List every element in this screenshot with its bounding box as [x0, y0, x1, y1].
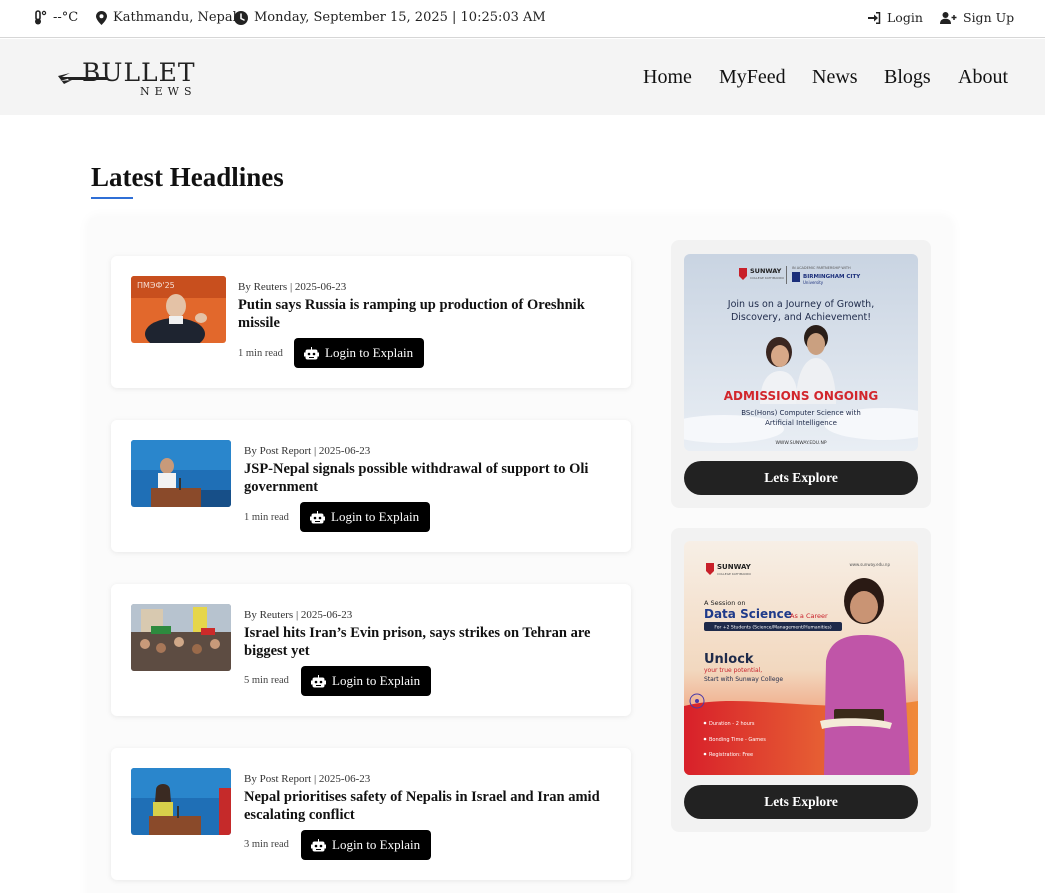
read-time: 5 min read	[244, 675, 289, 686]
svg-text:Duration - 2 hours: Duration - 2 hours	[709, 721, 755, 727]
svg-text:Discovery, and Achievement!: Discovery, and Achievement!	[731, 312, 871, 323]
location-widget: Kathmandu, Nepal	[96, 10, 237, 25]
svg-text:WWW.SUNWAY.EDU.NP: WWW.SUNWAY.EDU.NP	[775, 440, 826, 446]
svg-text:NEWS: NEWS	[140, 85, 197, 98]
nav-home[interactable]: Home	[643, 66, 692, 89]
article-card[interactable]: By Post Report | 2025-06-23 Nepal priori…	[111, 748, 631, 880]
svg-text:Data Science: Data Science	[704, 607, 792, 621]
article-thumbnail[interactable]	[131, 768, 231, 835]
read-time: 1 min read	[238, 348, 283, 359]
article-title[interactable]: Nepal prioritises safety of Nepalis in I…	[244, 788, 614, 824]
button-label: Login to Explain	[331, 509, 420, 524]
nav-blogs[interactable]: Blogs	[884, 66, 931, 89]
login-to-explain-button[interactable]: Login to Explain	[301, 666, 432, 696]
read-time: 1 min read	[244, 512, 289, 523]
lets-explore-button[interactable]: Lets Explore	[684, 785, 918, 819]
article-card[interactable]: By Reuters | 2025-06-23 Israel hits Iran…	[111, 584, 631, 716]
main-navbar: BULLET NEWS Home MyFeed News Blogs About	[0, 39, 1045, 115]
article-thumbnail[interactable]	[131, 440, 231, 507]
bullet-news-logo[interactable]: BULLET NEWS	[56, 58, 216, 101]
read-time: 3 min read	[244, 839, 289, 850]
article-thumbnail[interactable]	[131, 604, 231, 671]
signup-link[interactable]: Sign Up	[940, 10, 1014, 25]
button-label: Login to Explain	[332, 673, 421, 688]
button-label: Login to Explain	[332, 837, 421, 852]
nav-myfeed[interactable]: MyFeed	[719, 66, 786, 89]
article-card[interactable]: ПМЭФ'25 By Reuters | 2025-06-23 Putin sa…	[111, 256, 631, 388]
robot-icon	[310, 510, 325, 523]
section-title-underline	[91, 197, 133, 199]
svg-text:www.sunway.edu.np: www.sunway.edu.np	[849, 562, 890, 567]
datetime-text: Monday, September 15, 2025 | 10:25:03 AM	[254, 10, 546, 25]
svg-text:University: University	[803, 280, 824, 285]
button-label: Login to Explain	[325, 345, 414, 360]
thermometer-icon	[35, 10, 47, 25]
svg-text:Unlock: Unlock	[704, 652, 754, 667]
clock-icon	[234, 10, 248, 25]
ad-banner-2: SUNWAY COLLEGE KATHMANDU www.sunway.edu.…	[671, 528, 931, 832]
ad-image-data-science[interactable]: SUNWAY COLLEGE KATHMANDU www.sunway.edu.…	[684, 541, 918, 775]
article-title[interactable]: Israel hits Iran’s Evin prison, says str…	[244, 624, 614, 660]
top-info-bar: --°C Kathmandu, Nepal Monday, September …	[0, 0, 1045, 38]
login-to-explain-button[interactable]: Login to Explain	[301, 830, 432, 860]
login-to-explain-button[interactable]: Login to Explain	[300, 502, 431, 532]
datetime-widget: Monday, September 15, 2025 | 10:25:03 AM	[234, 10, 546, 25]
robot-icon	[311, 838, 326, 851]
ad-banner-1: SUNWAY COLLEGE KATHMANDU IN ACADEMIC PAR…	[671, 240, 931, 508]
section-title: Latest Headlines	[91, 162, 284, 192]
lets-explore-button[interactable]: Lets Explore	[684, 461, 918, 495]
svg-text:For +2 Students (Science/Manag: For +2 Students (Science/Management/Huma…	[714, 625, 831, 631]
nav-news[interactable]: News	[812, 66, 858, 89]
article-title[interactable]: JSP-Nepal signals possible withdrawal of…	[244, 460, 614, 496]
svg-text:A Session on: A Session on	[704, 599, 745, 607]
weather-widget: --°C	[33, 10, 78, 25]
robot-icon	[304, 346, 319, 359]
article-title[interactable]: Putin says Russia is ramping up producti…	[238, 296, 608, 332]
map-pin-icon	[96, 10, 107, 25]
location-text: Kathmandu, Nepal	[113, 10, 237, 25]
sign-in-icon	[868, 11, 881, 24]
svg-text:ADMISSIONS ONGOING: ADMISSIONS ONGOING	[724, 389, 879, 403]
svg-text:Artificial Intelligence: Artificial Intelligence	[765, 419, 837, 427]
article-meta: By Post Report | 2025-06-23	[244, 773, 371, 785]
user-plus-icon	[940, 11, 957, 24]
signup-label: Sign Up	[963, 10, 1015, 25]
svg-text:COLLEGE KATHMANDU: COLLEGE KATHMANDU	[717, 572, 751, 576]
article-meta: By Post Report | 2025-06-23	[244, 445, 371, 457]
svg-text:BULLET: BULLET	[82, 59, 196, 87]
svg-text:BSc(Hons) Computer Science wit: BSc(Hons) Computer Science with	[741, 409, 861, 417]
robot-icon	[311, 674, 326, 687]
article-card[interactable]: By Post Report | 2025-06-23 JSP-Nepal si…	[111, 420, 631, 552]
svg-text:SUNWAY: SUNWAY	[717, 563, 752, 571]
article-meta: By Reuters | 2025-06-23	[238, 281, 347, 293]
ad-image-admissions[interactable]: SUNWAY COLLEGE KATHMANDU IN ACADEMIC PAR…	[684, 254, 918, 451]
weather-text: --°C	[53, 10, 79, 25]
login-link[interactable]: Login	[868, 10, 923, 25]
svg-text:Join us on a Journey of Growth: Join us on a Journey of Growth,	[727, 299, 874, 310]
svg-text:Registration: Free: Registration: Free	[709, 752, 753, 758]
article-meta: By Reuters | 2025-06-23	[244, 609, 353, 621]
svg-text:SUNWAY: SUNWAY	[750, 267, 782, 275]
nav-about[interactable]: About	[958, 66, 1008, 89]
login-to-explain-button[interactable]: Login to Explain	[294, 338, 425, 368]
svg-text:IN ACADEMIC PARTNERSHIP WITH: IN ACADEMIC PARTNERSHIP WITH	[792, 266, 851, 270]
svg-text:Bonding Time - Games: Bonding Time - Games	[709, 737, 766, 743]
svg-text:COLLEGE KATHMANDU: COLLEGE KATHMANDU	[750, 276, 784, 280]
svg-text:ПМЭФ'25: ПМЭФ'25	[137, 281, 175, 290]
svg-text:Start with Sunway College: Start with Sunway College	[704, 676, 783, 683]
article-thumbnail[interactable]: ПМЭФ'25	[131, 276, 226, 343]
login-label: Login	[887, 10, 923, 25]
svg-text:your true potential,: your true potential,	[704, 667, 762, 674]
svg-text:As a Career: As a Career	[790, 612, 828, 620]
